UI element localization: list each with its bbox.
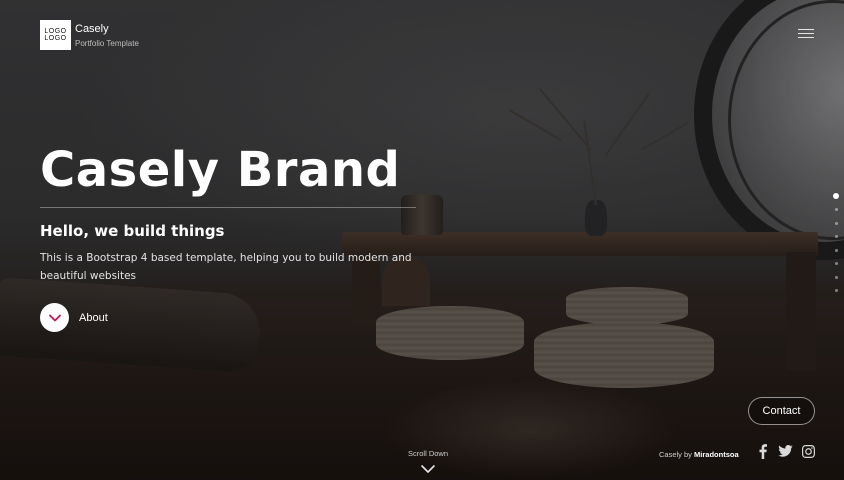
menu-bar: [798, 28, 814, 30]
chevron-down-icon: [48, 314, 61, 321]
hero-title: Casely Brand: [40, 142, 401, 198]
pager-dot[interactable]: [834, 289, 838, 292]
credit-prefix: Casely by: [659, 450, 692, 459]
footer-credit: Casely by Miradontsoa: [659, 450, 739, 459]
about-label[interactable]: About: [79, 312, 108, 324]
image-overlay: [0, 0, 844, 480]
title-divider: [40, 207, 416, 208]
scroll-down-chevron-icon[interactable]: [420, 464, 436, 474]
hero-background-image: [0, 0, 844, 480]
credit-author[interactable]: Miradontsoa: [694, 450, 739, 459]
menu-bar: [798, 36, 814, 38]
site-tagline: Portfolio Template: [75, 39, 139, 48]
pager-dot[interactable]: [834, 221, 838, 225]
about-button-circle[interactable]: [40, 303, 69, 332]
site-name[interactable]: Casely: [75, 23, 109, 35]
hamburger-menu-icon[interactable]: [798, 26, 816, 40]
pager-dot[interactable]: [834, 208, 838, 211]
twitter-icon[interactable]: [777, 443, 793, 459]
instagram-icon[interactable]: [801, 443, 816, 459]
about-button[interactable]: About: [40, 303, 108, 332]
hero-description: This is a Bootstrap 4 based template, he…: [40, 252, 412, 282]
contact-button[interactable]: Contact: [748, 397, 815, 425]
logo-text-line2: LOGO: [44, 35, 67, 42]
hero-subtitle: Hello, we build things: [40, 222, 225, 240]
pager-dot-active[interactable]: [833, 193, 839, 199]
section-pager: [833, 193, 839, 303]
pager-dot[interactable]: [834, 248, 838, 252]
pager-dot[interactable]: [834, 275, 838, 279]
pager-dot[interactable]: [834, 235, 838, 238]
facebook-icon[interactable]: [757, 443, 769, 459]
menu-bar: [798, 32, 814, 34]
logo-text-line1: LOGO: [44, 28, 67, 35]
logo[interactable]: LOGO LOGO: [40, 20, 71, 50]
scroll-down-label[interactable]: Scroll Down: [400, 449, 456, 458]
pager-dot[interactable]: [834, 262, 838, 265]
